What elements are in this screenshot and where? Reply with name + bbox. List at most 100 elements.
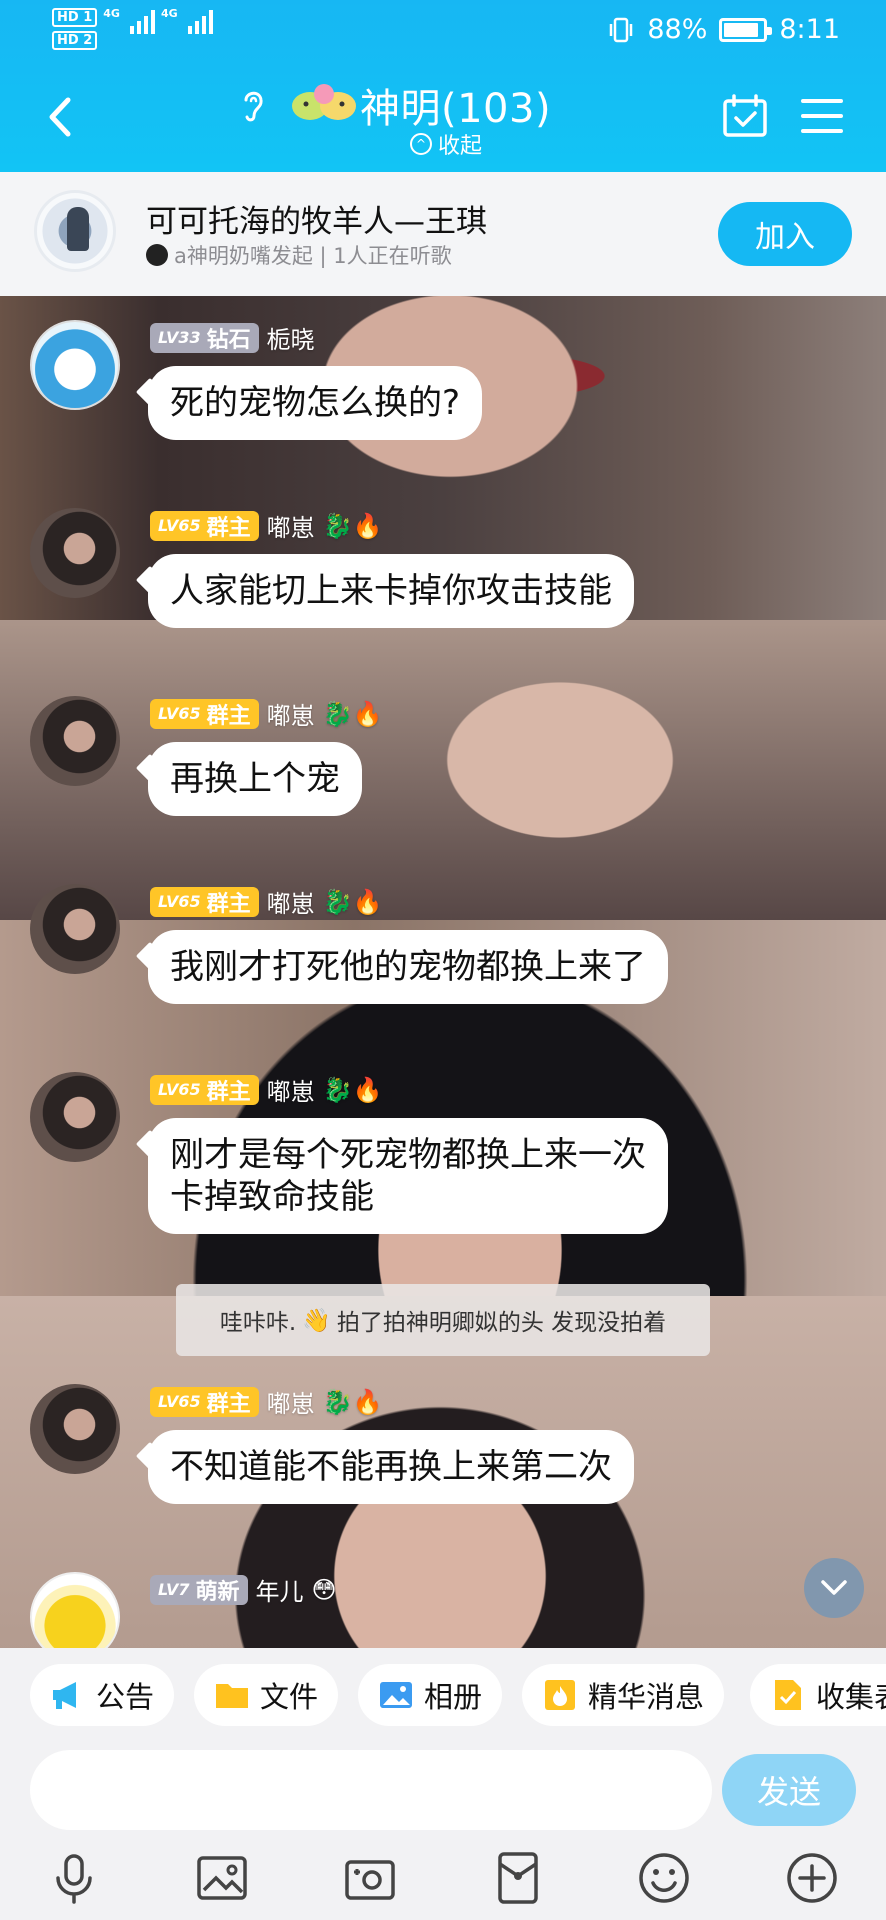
level-badge: LV7 萌新	[150, 1574, 248, 1605]
image-icon[interactable]	[194, 1850, 250, 1906]
calendar-check-icon[interactable]	[722, 94, 768, 138]
sender-name[interactable]: 嘟崽	[267, 1072, 315, 1107]
message-bubble[interactable]: 我刚才打死他的宠物都换上来了	[148, 930, 668, 1004]
battery-percent: 88%	[647, 14, 708, 45]
group-avatar-icon	[292, 84, 356, 120]
sender-meta: LV65 群主 嘟崽 🐉🔥	[150, 696, 382, 731]
owner-badge: LV65 群主	[150, 886, 259, 917]
owner-badge: LV65 群主	[150, 1386, 259, 1417]
sender-meta: LV65 群主 嘟崽 🐉🔥	[150, 508, 382, 543]
plus-icon[interactable]	[784, 1850, 840, 1906]
group-feature-toolbar: 公告 文件 相册 精华消息 收集表	[0, 1648, 886, 1740]
title-emoji: 🐉🔥	[322, 1387, 383, 1416]
sender-name[interactable]: 嘟崽	[267, 884, 315, 919]
collapse-label: 收起	[438, 134, 483, 159]
sender-name[interactable]: 嘟崽	[267, 508, 315, 543]
avatar[interactable]	[30, 1384, 120, 1474]
avatar[interactable]	[30, 696, 120, 786]
avatar[interactable]	[30, 1072, 120, 1162]
flame-badge-icon	[545, 1680, 575, 1710]
album-cover	[34, 190, 116, 272]
message-bubble[interactable]: 不知道能不能再换上来第二次	[148, 1430, 634, 1504]
send-button[interactable]: 发送	[722, 1754, 856, 1826]
sender-meta: LV7 萌新 年儿 😳	[150, 1572, 337, 1607]
chevron-up-icon: ^	[410, 133, 432, 155]
collapse-toggle[interactable]: ^ 收起	[410, 128, 482, 160]
avatar[interactable]	[30, 884, 120, 974]
megaphone-icon	[53, 1682, 76, 1709]
join-button[interactable]: 加入	[718, 202, 852, 266]
message-bubble[interactable]: 再换上个宠	[148, 742, 362, 816]
message-line: 卡掉致命技能	[170, 1177, 374, 1217]
title-emoji: 😳	[311, 1575, 337, 1604]
listen-together-bar[interactable]: 可可托海的牧羊人—王琪 a神明奶嘴发起 | 1人正在听歌 加入	[0, 172, 886, 296]
album-chip[interactable]: 相册	[358, 1664, 503, 1726]
sender-name[interactable]: 栀晓	[267, 320, 315, 355]
sim2-badge: HD 2	[52, 31, 98, 50]
owner-badge: LV65 群主	[150, 1074, 259, 1105]
network-type-1: 4G	[103, 7, 120, 20]
sender-meta: LV65 群主 嘟崽 🐉🔥	[150, 884, 382, 919]
red-packet-icon[interactable]	[490, 1850, 546, 1906]
photo-icon	[380, 1682, 412, 1708]
chat-background-image	[0, 620, 886, 920]
song-subtitle-text: a神明奶嘴发起 | 1人正在听歌	[174, 244, 452, 268]
chip-label: 精华消息	[588, 1680, 705, 1714]
owner-badge: LV65 群主	[150, 698, 259, 729]
collection-form-chip[interactable]: 收集表	[750, 1664, 886, 1726]
sender-name[interactable]: 嘟崽	[267, 696, 315, 731]
emoji-icon[interactable]	[636, 1850, 692, 1906]
message-line: 刚才是每个死宠物都换上来一次	[170, 1135, 646, 1175]
announcement-chip[interactable]: 公告	[30, 1664, 175, 1726]
chip-label: 相册	[424, 1680, 483, 1714]
song-subtitle: a神明奶嘴发起 | 1人正在听歌	[146, 240, 452, 270]
avatar[interactable]	[30, 508, 120, 598]
clock: 8:11	[779, 14, 840, 45]
poke-actor[interactable]: 哇咔咔.	[220, 1303, 296, 1337]
song-title: 可可托海的牧羊人—王琪	[146, 204, 487, 240]
owner-badge: LV65 群主	[150, 510, 259, 541]
signal-bars-2-icon	[187, 8, 213, 34]
message-bubble[interactable]: 刚才是每个死宠物都换上来一次 卡掉致命技能	[148, 1118, 668, 1234]
title-emoji: 🐉🔥	[322, 1075, 383, 1104]
sender-name[interactable]: 嘟崽	[267, 1384, 315, 1419]
chat-header: HD 1 HD 2 4G 4G 88% 8:11 神明(103) ^ 收起	[0, 0, 886, 172]
message-bubble[interactable]: 人家能切上来卡掉你攻击技能	[148, 554, 634, 628]
scroll-to-bottom-button[interactable]	[804, 1558, 864, 1618]
message-input[interactable]	[30, 1750, 712, 1830]
network-type-2: 4G	[160, 7, 178, 20]
sender-meta: LV33 钻石 栀晓	[150, 320, 315, 355]
chip-label: 收集表	[816, 1680, 886, 1714]
back-icon[interactable]	[40, 92, 80, 142]
level-badge: LV33 钻石	[150, 322, 259, 353]
initiator-avatar	[146, 244, 168, 266]
menu-icon[interactable]	[800, 96, 844, 136]
title-emoji: 🐉🔥	[322, 511, 383, 540]
signal-bars-1-icon	[129, 8, 155, 34]
chevron-down-icon	[821, 1580, 847, 1595]
status-bar: HD 1 HD 2 4G 4G 88% 8:11	[0, 0, 886, 60]
group-title[interactable]: 神明(103)	[360, 76, 551, 134]
chip-label: 公告	[96, 1680, 155, 1714]
chip-label: 文件	[260, 1680, 319, 1714]
sender-meta: LV65 群主 嘟崽 🐉🔥	[150, 1384, 382, 1419]
poke-text: 拍了拍神明卿姒的头 发现没拍着	[336, 1310, 667, 1336]
files-chip[interactable]: 文件	[194, 1664, 339, 1726]
signal-indicators: HD 1 HD 2 4G 4G	[52, 8, 213, 50]
camera-icon[interactable]	[342, 1850, 398, 1906]
microphone-icon[interactable]	[46, 1850, 102, 1906]
vibrate-icon	[610, 17, 633, 42]
sender-name[interactable]: 年儿	[256, 1572, 304, 1607]
avatar[interactable]	[30, 320, 120, 410]
checklist-icon	[775, 1680, 801, 1710]
title-emoji: 🐉🔥	[322, 887, 383, 916]
poke-notice: 哇咔咔. 👋 拍了拍神明卿姒的头 发现没拍着	[176, 1284, 710, 1356]
sender-meta: LV65 群主 嘟崽 🐉🔥	[150, 1072, 382, 1107]
message-list[interactable]: LV33 钻石 栀晓 死的宠物怎么换的? LV65 群主 嘟崽 🐉🔥 人家能切上来卡…	[0, 296, 886, 1648]
message-bubble[interactable]: 死的宠物怎么换的?	[148, 366, 483, 440]
composer: 发送	[0, 1740, 886, 1840]
poke-emoji: 👋	[302, 1307, 331, 1334]
composer-actions	[0, 1840, 886, 1920]
ear-icon[interactable]	[238, 86, 268, 124]
essence-messages-chip[interactable]: 精华消息	[522, 1664, 725, 1726]
